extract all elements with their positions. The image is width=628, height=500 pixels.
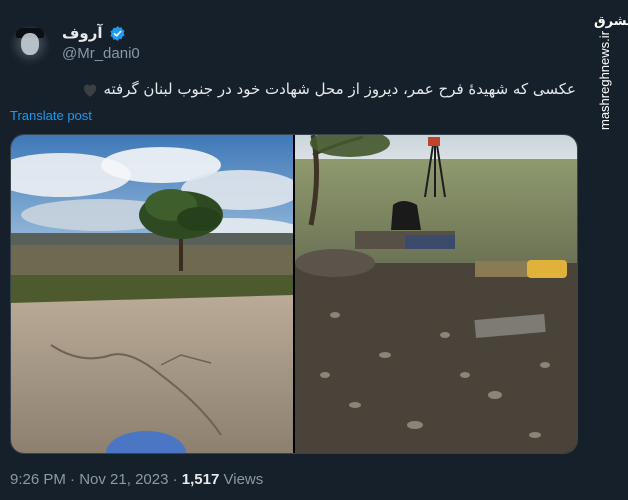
post-date[interactable]: Nov 21, 2023: [79, 471, 168, 488]
post-text: عکسی که شهیدهٔ فرح عمر، دیروز از محل شها…: [77, 80, 576, 98]
author-handle[interactable]: @Mr_dani0: [62, 45, 140, 62]
views-count: 1,517: [181, 471, 220, 488]
meta-separator: ·: [70, 471, 76, 488]
translate-post-link[interactable]: Translate post: [10, 108, 92, 123]
verified-badge-icon: [110, 25, 125, 41]
avatar-face: [21, 33, 39, 55]
views-label: Views: [223, 471, 264, 488]
author-name-row: آروف: [62, 24, 126, 42]
watermark-strip: مشرق mashreghnews.ir: [594, 0, 628, 500]
photo-tree-landscape[interactable]: [11, 135, 293, 453]
post-time[interactable]: 9:26 PM: [10, 471, 66, 488]
avatar[interactable]: [10, 26, 50, 66]
post-meta: 9:26 PM · Nov 21, 2023 · 1,517 Views: [10, 471, 263, 488]
meta-separator: ·: [172, 471, 178, 488]
post-card: آروف @Mr_dani0 عکسی که شهیدهٔ فرح عمر، د…: [0, 0, 592, 500]
post-body: عکسی که شهیدهٔ فرح عمر، دیروز از محل شها…: [103, 80, 576, 98]
media-gallery[interactable]: [10, 134, 578, 454]
author-name[interactable]: آروف: [62, 24, 103, 42]
watermark-site: mashreghnews.ir: [597, 31, 612, 130]
black-heart-icon: [82, 83, 97, 98]
photo-strike-site[interactable]: [295, 135, 577, 453]
